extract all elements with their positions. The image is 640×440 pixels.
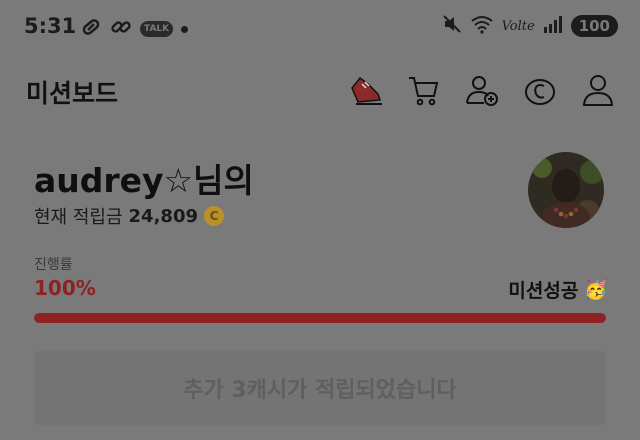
coin-c-icon[interactable]: [520, 70, 560, 110]
points-value: 24,809: [128, 205, 198, 227]
points-row: 현재 적립금 24,809 C: [34, 203, 224, 229]
volte-label: Volte: [501, 18, 535, 34]
status-time: 5:31: [24, 14, 77, 38]
add-user-icon[interactable]: [462, 70, 502, 110]
sneaker-icon[interactable]: [346, 70, 386, 110]
user-greeting: audrey☆님의: [34, 161, 254, 200]
points-label: 현재 적립금: [34, 207, 123, 228]
page-title: 미션보드: [26, 79, 119, 108]
reward-banner-text: 추가 3캐시가 적립되었습니다: [183, 378, 457, 403]
signal-icon: [543, 15, 563, 37]
progress-label: 진행률: [34, 257, 73, 273]
coin-icon: C: [204, 206, 224, 226]
talk-icon: TALK: [140, 21, 174, 37]
status-bar: 5:31 TALK Volte 100: [0, 0, 640, 56]
progress-bar: [34, 313, 606, 323]
avatar[interactable]: [528, 152, 604, 228]
link-icon: [110, 16, 132, 42]
profile-icon[interactable]: [578, 70, 618, 110]
notification-dot-icon: [181, 25, 189, 33]
app-header: 미션보드: [0, 66, 640, 118]
cart-icon[interactable]: [404, 70, 444, 110]
mission-status: 미션성공 🥳: [508, 276, 608, 303]
mute-icon: [442, 14, 462, 38]
pill-icon: [80, 16, 102, 42]
progress-percent: 100%: [34, 276, 96, 300]
mission-status-text: 미션성공: [508, 280, 579, 302]
reward-banner[interactable]: 추가 3캐시가 적립되었습니다: [34, 350, 606, 426]
progress-fill: [34, 313, 606, 323]
wifi-icon: [470, 14, 494, 38]
battery-indicator: 100: [570, 15, 618, 37]
party-face-icon: 🥳: [584, 279, 608, 301]
